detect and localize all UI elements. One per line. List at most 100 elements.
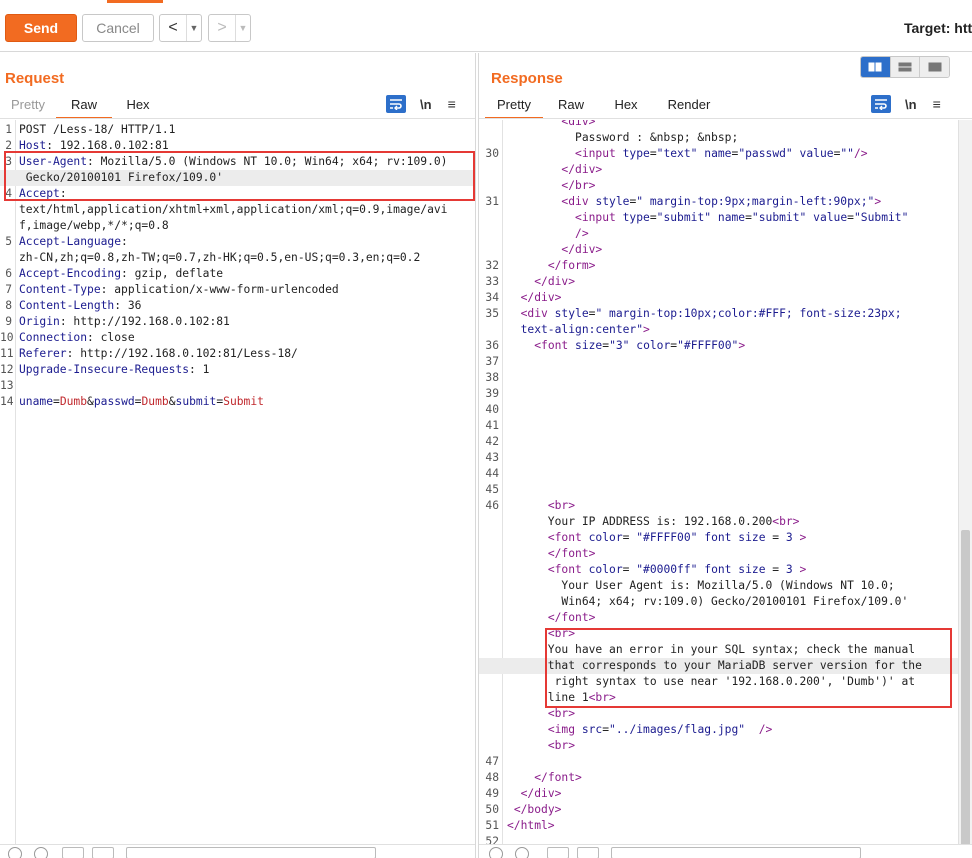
line-content: f,image/webp,*/*;q=0.8 bbox=[19, 218, 169, 234]
line-number: 1 bbox=[5, 123, 12, 136]
code-token: <br> bbox=[547, 707, 576, 720]
code-token: "submit" bbox=[656, 211, 712, 224]
newline-toggle[interactable]: \n bbox=[420, 97, 432, 112]
forward-history-dropdown[interactable]: ▼ bbox=[235, 15, 250, 41]
request-search-input[interactable] bbox=[126, 847, 376, 858]
line-content: <input type="text" name="passwd" value="… bbox=[507, 146, 868, 162]
response-code-line: 39 bbox=[479, 386, 958, 402]
code-token: Submit bbox=[223, 395, 264, 408]
response-scrollbar-thumb[interactable] bbox=[961, 530, 970, 858]
code-token: value bbox=[813, 211, 848, 224]
line-content: </form> bbox=[507, 258, 596, 274]
code-token: Content-Type bbox=[19, 283, 101, 296]
code-token: </font> bbox=[547, 611, 596, 624]
line-number: 31 bbox=[485, 195, 499, 208]
response-tab-pretty[interactable]: Pretty bbox=[485, 93, 543, 119]
back-history-dropdown[interactable]: ▼ bbox=[186, 15, 201, 41]
line-content: text/html,application/xhtml+xml,applicat… bbox=[19, 202, 447, 218]
line-number: 45 bbox=[485, 483, 499, 496]
response-tab-hex[interactable]: Hex bbox=[599, 93, 653, 117]
request-code-line: zh-CN,zh;q=0.8,zh-TW;q=0.7,zh-HK;q=0.5,e… bbox=[0, 250, 475, 266]
response-footer bbox=[479, 844, 972, 858]
code-token: src bbox=[581, 723, 603, 736]
response-code-line: <div> bbox=[479, 120, 958, 130]
settings-gear-icon[interactable] bbox=[34, 847, 48, 858]
response-search-input[interactable] bbox=[611, 847, 861, 858]
code-token: "#FFFF00" bbox=[677, 339, 739, 352]
response-code-line: 48 </font> bbox=[479, 770, 958, 786]
request-code-line: 13 bbox=[0, 378, 475, 394]
line-number: 9 bbox=[5, 315, 12, 328]
request-code-line: 11 Referer: http://192.168.0.102:81/Less-… bbox=[0, 346, 475, 362]
request-code-line: 5 Accept-Language: bbox=[0, 234, 475, 250]
code-token: : close bbox=[87, 331, 135, 344]
prev-match-button[interactable] bbox=[547, 847, 569, 858]
code-token: > bbox=[874, 195, 882, 208]
response-code-line: <br> bbox=[479, 738, 958, 754]
request-footer bbox=[0, 844, 475, 858]
prev-match-button[interactable] bbox=[62, 847, 84, 858]
single-view-icon[interactable] bbox=[919, 57, 949, 77]
code-token: </div> bbox=[561, 243, 603, 256]
help-icon[interactable] bbox=[489, 847, 503, 858]
line-content: </font> bbox=[507, 770, 582, 786]
request-editor[interactable]: 1 POST /Less-18/ HTTP/1.1 2 Host: 192.168.0… bbox=[0, 120, 475, 844]
code-token: <div bbox=[520, 307, 555, 320]
response-tab-raw[interactable]: Raw bbox=[543, 93, 599, 117]
settings-gear-icon[interactable] bbox=[515, 847, 529, 858]
forward-button[interactable]: > bbox=[209, 15, 235, 41]
code-token: : 1 bbox=[189, 363, 210, 376]
code-token: that corresponds to your MariaDB server … bbox=[507, 659, 922, 672]
code-token: = bbox=[649, 211, 657, 224]
send-button[interactable]: Send bbox=[5, 14, 77, 42]
line-number: 11 bbox=[0, 347, 14, 360]
request-tab-hex[interactable]: Hex bbox=[112, 93, 164, 117]
request-code-line: 9 Origin: http://192.168.0.102:81 bbox=[0, 314, 475, 330]
response-code-line: Password : &nbsp; &nbsp; bbox=[479, 130, 958, 146]
help-icon[interactable] bbox=[8, 847, 22, 858]
line-content: <br> bbox=[507, 498, 575, 514]
request-tab-raw[interactable]: Raw bbox=[56, 93, 112, 119]
code-token: "passwd" bbox=[738, 147, 793, 160]
response-code-line: 46 <br> bbox=[479, 498, 958, 514]
response-editor[interactable]: <div> Password : &nbsp; &nbsp; 30 <input … bbox=[479, 120, 958, 844]
line-number: 41 bbox=[485, 419, 499, 432]
back-button[interactable]: < bbox=[160, 15, 186, 41]
newline-toggle[interactable]: \n bbox=[905, 97, 917, 112]
line-number: 34 bbox=[485, 291, 499, 304]
next-match-button[interactable] bbox=[577, 847, 599, 858]
response-tab-render[interactable]: Render bbox=[653, 93, 725, 117]
response-scrollbar[interactable] bbox=[958, 120, 972, 858]
code-token: "Submit" bbox=[853, 211, 909, 224]
code-token: Accept bbox=[19, 187, 60, 200]
cancel-button[interactable]: Cancel bbox=[82, 14, 154, 42]
request-code-line: 7 Content-Type: application/x-www-form-ur… bbox=[0, 282, 475, 298]
line-content: Your IP ADDRESS is: 192.168.0.200<br> bbox=[507, 514, 800, 530]
line-number: 46 bbox=[485, 499, 499, 512]
hamburger-menu-icon[interactable]: ≡ bbox=[448, 96, 456, 112]
horizontal-view-icon[interactable] bbox=[889, 57, 920, 77]
code-token: Accept-Language bbox=[19, 235, 122, 248]
code-token: : 36 bbox=[114, 299, 142, 312]
request-code-line: 4 Accept: bbox=[0, 186, 475, 202]
line-number: 12 bbox=[0, 363, 14, 376]
code-token: 3 bbox=[785, 563, 793, 576]
hamburger-menu-icon[interactable]: ≡ bbox=[933, 96, 941, 112]
response-code-line: <font color= "#FFFF00" font size = 3 > bbox=[479, 530, 958, 546]
code-token: line 1 bbox=[507, 691, 589, 704]
target-label[interactable]: Target: htt bbox=[904, 20, 972, 36]
line-content: Content-Length: 36 bbox=[19, 298, 141, 314]
line-content: Upgrade-Insecure-Requests: 1 bbox=[19, 362, 209, 378]
code-token: /> bbox=[575, 227, 589, 240]
request-tabs-divider bbox=[0, 118, 475, 119]
next-match-button[interactable] bbox=[92, 847, 114, 858]
line-content: </div> bbox=[507, 290, 562, 306]
split-view-icon[interactable] bbox=[861, 57, 890, 77]
request-tab-pretty[interactable]: Pretty bbox=[0, 93, 56, 117]
wrap-lines-icon[interactable] bbox=[386, 95, 406, 113]
wrap-lines-icon[interactable] bbox=[871, 95, 891, 113]
